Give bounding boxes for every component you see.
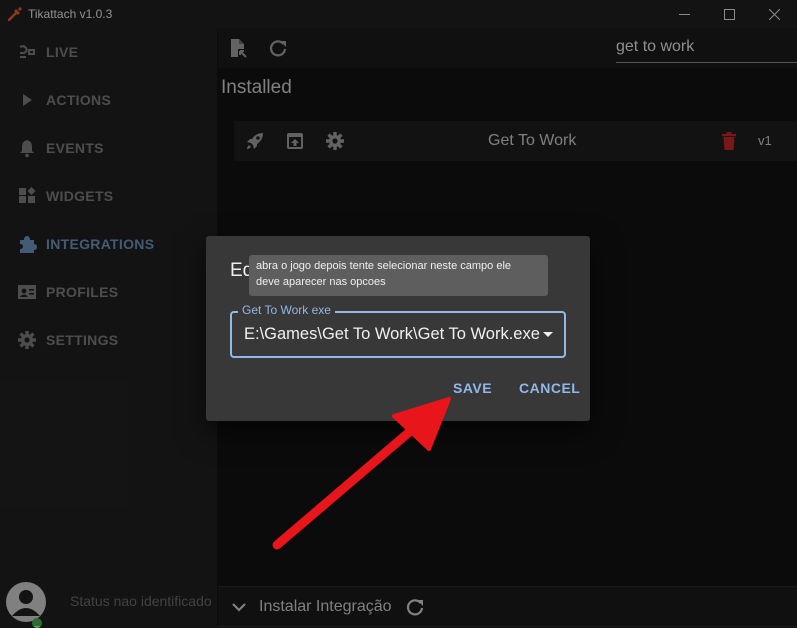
tooltip-line: abra o jogo depois tente selecionar nest… [256, 260, 512, 272]
edit-integration-dialog: Ed abra o jogo depois tente selecionar n… [206, 236, 590, 421]
tooltip-line: deve aparecer nas opcoes [256, 276, 386, 288]
tooltip: abra o jogo depois tente selecionar nest… [249, 255, 548, 296]
exe-select-label: Get To Work exe [238, 303, 335, 317]
exe-select-field[interactable]: E:\Games\Get To Work\Get To Work.exe [230, 311, 566, 358]
save-button[interactable]: SAVE [453, 380, 492, 396]
exe-select-value: E:\Games\Get To Work\Get To Work.exe [244, 325, 540, 343]
cancel-button[interactable]: CANCEL [519, 380, 580, 396]
dropdown-arrow-icon [543, 332, 553, 337]
